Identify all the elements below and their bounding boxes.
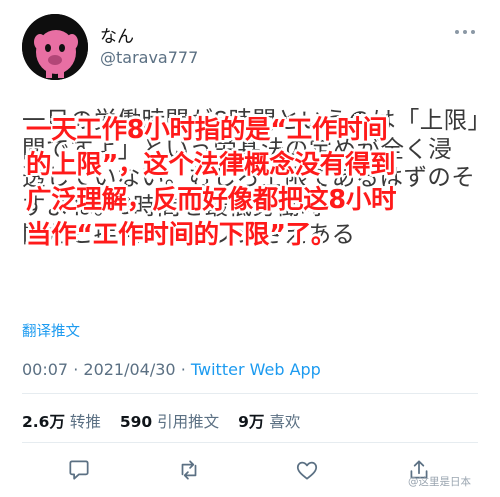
- translation-overlay: 一天工作8小时指的是“工作时间 的上限”，这个法律概念没有得到 广泛理解，反而好…: [26, 113, 496, 253]
- tweet-time[interactable]: 00:07: [22, 360, 68, 379]
- meta-separator: ·: [73, 360, 79, 379]
- display-name[interactable]: なん: [100, 22, 134, 47]
- username[interactable]: @tarava777: [100, 48, 198, 67]
- avatar-image: [22, 14, 88, 80]
- avatar[interactable]: [22, 14, 88, 80]
- likes-label: 喜欢: [269, 413, 301, 431]
- more-icon[interactable]: [454, 27, 476, 37]
- quotes-stat[interactable]: 590 引用推文: [120, 413, 219, 431]
- watermark: @这里是日本: [408, 476, 471, 488]
- tweet-stats: 2.6万 转推 590 引用推文 9万 喜欢: [22, 410, 300, 432]
- retweets-label: 转推: [69, 413, 101, 431]
- overlay-line: 当作“工作时间的下限”了。: [26, 220, 337, 250]
- divider: [22, 393, 478, 394]
- reply-icon[interactable]: [66, 457, 92, 483]
- overlay-line: 广泛理解，反而好像都把这8小时: [26, 185, 397, 215]
- retweets-count: 2.6万: [22, 413, 65, 431]
- quotes-label: 引用推文: [157, 413, 220, 431]
- tweet-source[interactable]: Twitter Web App: [191, 360, 321, 379]
- overlay-line: 一天工作8小时指的是“工作时间: [26, 115, 388, 145]
- like-icon[interactable]: [294, 457, 320, 483]
- overlay-line: 的上限”，这个法律概念没有得到: [26, 150, 396, 180]
- translate-link[interactable]: 翻译推文: [22, 320, 80, 341]
- likes-stat[interactable]: 9万 喜欢: [238, 413, 300, 431]
- divider: [22, 442, 478, 443]
- tweet-meta: 00:07 · 2021/04/30 · Twitter Web App: [22, 360, 321, 379]
- tweet-date[interactable]: 2021/04/30: [83, 360, 175, 379]
- quotes-count: 590: [119, 413, 153, 431]
- retweet-icon[interactable]: [176, 457, 202, 483]
- meta-separator: ·: [180, 360, 186, 379]
- likes-count: 9万: [238, 413, 265, 431]
- retweets-stat[interactable]: 2.6万 转推: [22, 413, 101, 431]
